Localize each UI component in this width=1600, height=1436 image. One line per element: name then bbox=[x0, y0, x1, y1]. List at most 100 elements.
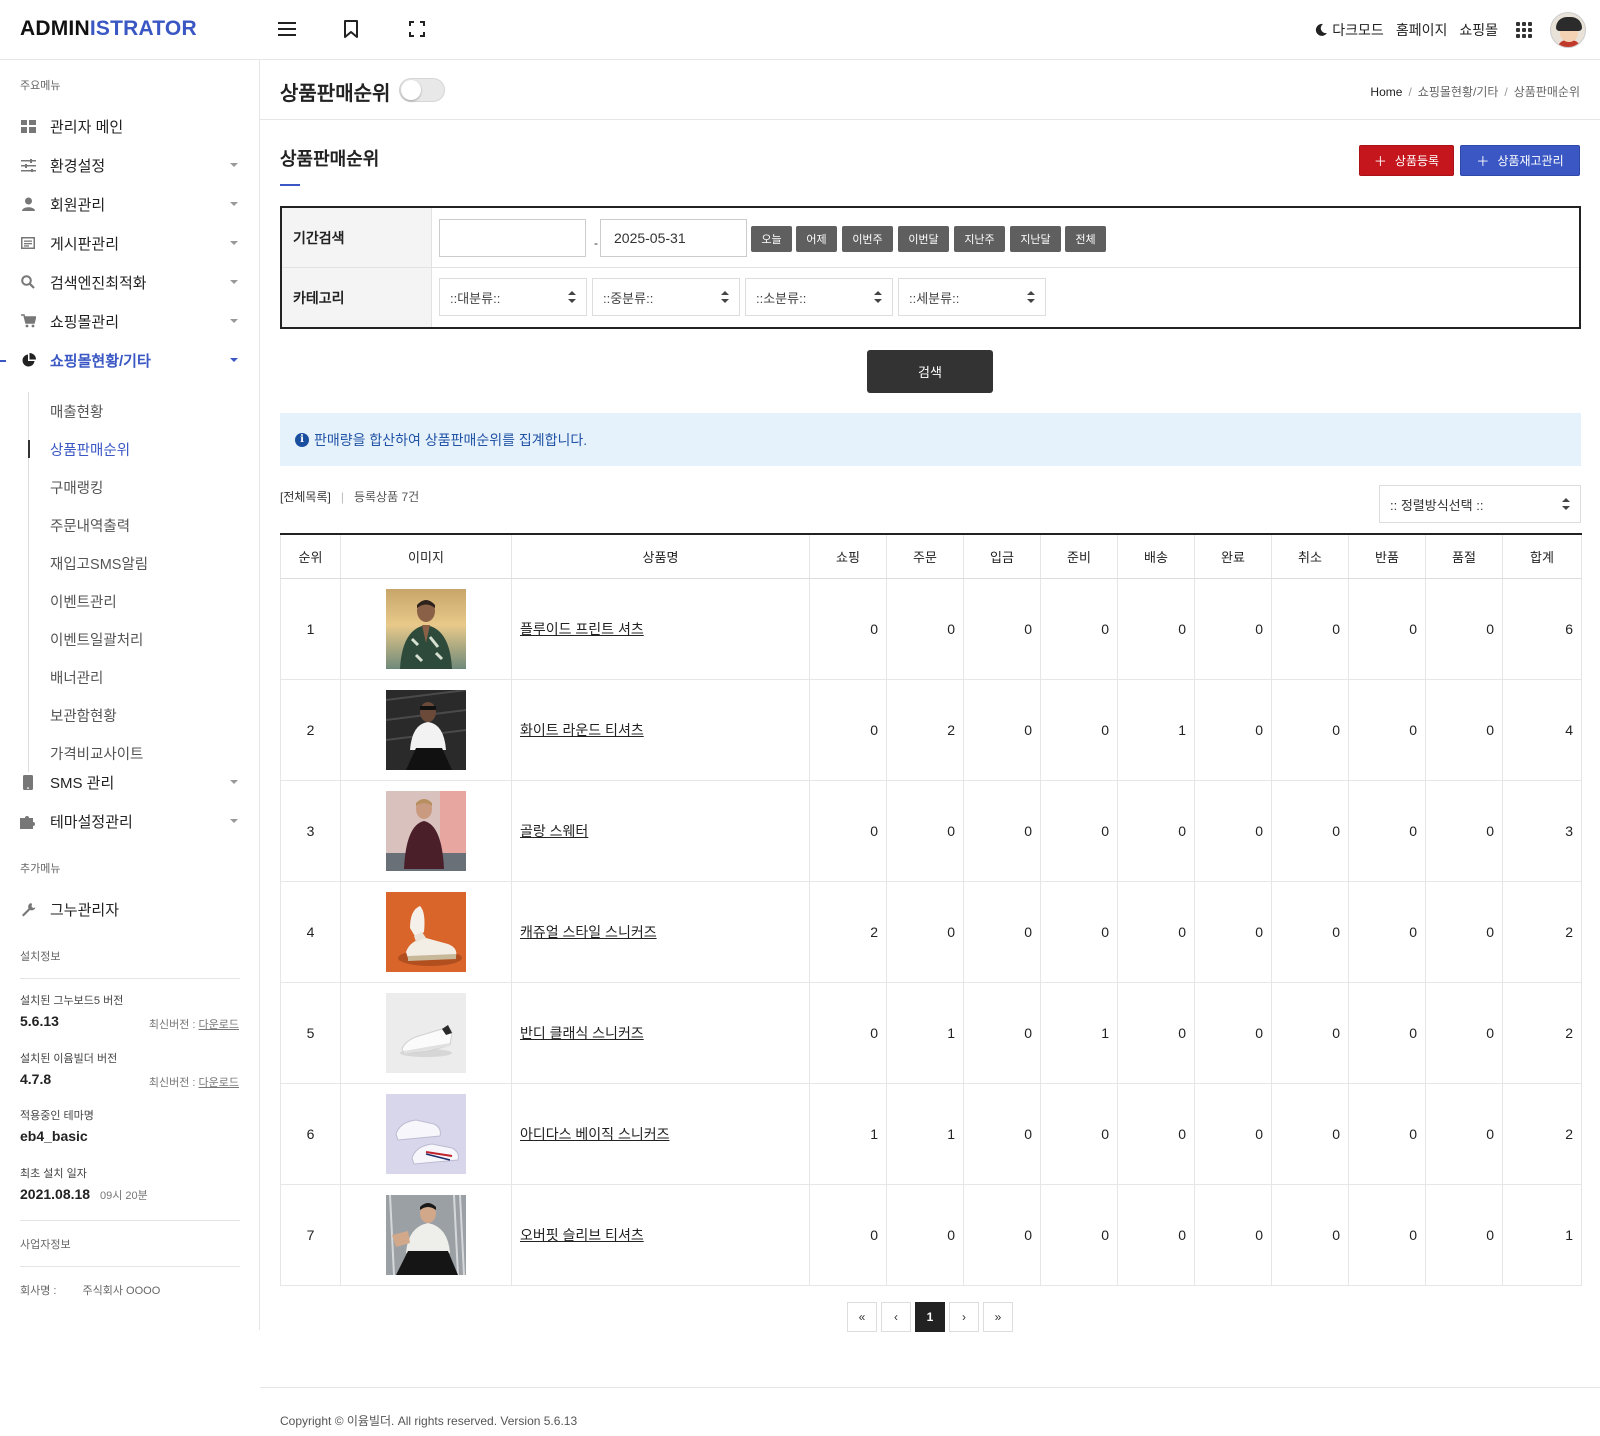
category-small-select[interactable]: ::소분류:: bbox=[745, 278, 893, 316]
sidebar-item-theme[interactable]: 테마설정관리 bbox=[20, 808, 240, 834]
quick-yesterday-button[interactable]: 어제 bbox=[796, 226, 837, 252]
rank-cell: 6 bbox=[280, 1082, 341, 1185]
quick-this-week-button[interactable]: 이번주 bbox=[842, 226, 893, 252]
business-info-label: 사업자정보 bbox=[20, 1239, 71, 1251]
submenu-product-ranking[interactable]: 상품판매순위 bbox=[28, 430, 228, 468]
product-name-link[interactable]: 오버핏 슬리브 티셔츠 bbox=[520, 1227, 644, 1243]
install-info-label: 설치정보 bbox=[20, 951, 61, 963]
sidebar-item-sms[interactable]: SMS 관리 bbox=[20, 769, 240, 795]
product-thumbnail[interactable] bbox=[386, 992, 466, 1073]
page-last-button[interactable]: » bbox=[983, 1302, 1013, 1332]
quick-all-button[interactable]: 전체 bbox=[1065, 226, 1106, 252]
count-cell: 1 bbox=[1040, 981, 1118, 1084]
ranking-table: 순위 이미지 상품명 쇼핑 주문 입금 준비 배송 완료 취소 반품 품절 합계… bbox=[280, 533, 1582, 1286]
board-icon bbox=[20, 235, 36, 251]
user-avatar[interactable] bbox=[1550, 12, 1586, 48]
date-to-input[interactable]: 2025-05-31 bbox=[600, 219, 747, 257]
product-thumbnail[interactable] bbox=[386, 1194, 466, 1275]
first-install-date: 2021.08.18 09시 20분 bbox=[20, 1186, 148, 1203]
sidebar-item-label: 쇼핑몰현황/기타 bbox=[50, 352, 151, 370]
count-cell: 0 bbox=[886, 880, 964, 983]
homepage-link[interactable]: 홈페이지 bbox=[1396, 20, 1448, 40]
sidebar-item-board[interactable]: 게시판관리 bbox=[20, 230, 240, 256]
submenu-sales-status[interactable]: 매출현황 bbox=[29, 392, 228, 430]
admin-logo[interactable]: ADMINISTRATOR bbox=[20, 17, 197, 41]
page-toggle-switch[interactable] bbox=[399, 78, 445, 102]
eyoom-version-value: 4.7.8 bbox=[20, 1071, 52, 1087]
submenu-wishlist-status[interactable]: 보관함현황 bbox=[29, 696, 228, 734]
product-name-link[interactable]: 아디다스 베이직 스니커즈 bbox=[520, 1126, 669, 1142]
search-icon bbox=[20, 274, 36, 290]
quick-last-week-button[interactable]: 지난주 bbox=[954, 226, 1005, 252]
product-name-cell: 골랑 스웨터 bbox=[511, 779, 810, 882]
product-name-link[interactable]: 골랑 스웨터 bbox=[520, 823, 588, 839]
date-from-input[interactable] bbox=[439, 219, 586, 257]
product-name-cell: 반디 클래식 스니커즈 bbox=[511, 981, 810, 1084]
extra-menu-label: 추가메뉴 bbox=[20, 863, 61, 875]
user-icon bbox=[20, 196, 36, 212]
count-cell: 0 bbox=[1040, 779, 1118, 882]
submenu-banner-manage[interactable]: 배너관리 bbox=[29, 658, 228, 696]
logo-text-istrator: ISTRATOR bbox=[89, 17, 197, 40]
sidebar-item-seo[interactable]: 검색엔진최적화 bbox=[20, 269, 240, 295]
product-thumbnail[interactable] bbox=[386, 891, 466, 972]
image-cell bbox=[340, 981, 512, 1084]
image-cell bbox=[340, 1082, 512, 1185]
stock-manage-button[interactable]: ＋ 상품재고관리 bbox=[1460, 145, 1580, 176]
sidebar-item-settings[interactable]: 환경설정 bbox=[20, 152, 240, 178]
page-first-button[interactable]: « bbox=[847, 1302, 877, 1332]
apps-grid-icon[interactable] bbox=[1516, 22, 1532, 38]
image-cell bbox=[340, 880, 512, 983]
submenu-order-print[interactable]: 주문내역출력 bbox=[29, 506, 228, 544]
product-thumbnail[interactable] bbox=[386, 1093, 466, 1174]
page-title: 상품판매순위 bbox=[280, 83, 391, 105]
sort-select[interactable]: :: 정렬방식선택 :: bbox=[1379, 485, 1581, 523]
sidebar-item-shop-stats[interactable]: 쇼핑몰현황/기타 bbox=[20, 347, 240, 373]
theme-name-label: 적용중인 테마명 bbox=[20, 1110, 94, 1122]
product-name-link[interactable]: 캐쥬얼 스타일 스니커즈 bbox=[520, 924, 657, 940]
search-button[interactable]: 검색 bbox=[867, 350, 993, 393]
category-medium-select[interactable]: ::중분류:: bbox=[592, 278, 740, 316]
count-cell: 0 bbox=[1194, 1082, 1272, 1185]
sidebar-item-members[interactable]: 회원관리 bbox=[20, 191, 240, 217]
submenu-price-compare[interactable]: 가격비교사이트 bbox=[29, 734, 228, 772]
rank-cell: 1 bbox=[280, 577, 341, 680]
submenu-restock-sms[interactable]: 재입고SMS알림 bbox=[29, 544, 228, 582]
quick-today-button[interactable]: 오늘 bbox=[751, 226, 792, 252]
submenu-purchase-ranking[interactable]: 구매랭킹 bbox=[29, 468, 228, 506]
product-thumbnail[interactable] bbox=[386, 790, 466, 871]
product-name-link[interactable]: 플루이드 프린트 셔츠 bbox=[520, 621, 644, 637]
product-name-link[interactable]: 화이트 라운드 티셔츠 bbox=[520, 722, 644, 738]
sidebar-item-label: 환경설정 bbox=[50, 157, 106, 175]
menu-toggle-icon[interactable] bbox=[276, 18, 298, 40]
eyoom-download-link[interactable]: 다운로드 bbox=[199, 1077, 239, 1089]
count-cell: 0 bbox=[886, 577, 964, 680]
gnuboard-download-link[interactable]: 다운로드 bbox=[199, 1019, 239, 1031]
add-product-button[interactable]: ＋ 상품등록 bbox=[1359, 145, 1454, 176]
product-thumbnail[interactable] bbox=[386, 588, 466, 669]
fullscreen-icon[interactable] bbox=[406, 18, 428, 40]
active-indicator bbox=[0, 360, 6, 362]
shop-link[interactable]: 쇼핑몰 bbox=[1459, 20, 1498, 40]
page-prev-button[interactable]: ‹ bbox=[881, 1302, 911, 1332]
bookmark-icon[interactable] bbox=[340, 18, 362, 40]
product-name-link[interactable]: 반디 클래식 스니커즈 bbox=[520, 1025, 644, 1041]
quick-last-month-button[interactable]: 지난달 bbox=[1010, 226, 1061, 252]
divider bbox=[20, 1220, 240, 1221]
submenu-event-manage[interactable]: 이벤트관리 bbox=[29, 582, 228, 620]
product-thumbnail[interactable] bbox=[386, 689, 466, 770]
page-next-button[interactable]: › bbox=[949, 1302, 979, 1332]
dark-mode-toggle[interactable]: 다크모드 bbox=[1314, 20, 1384, 40]
breadcrumb-home[interactable]: Home bbox=[1370, 85, 1402, 99]
category-detail-select[interactable]: ::세분류:: bbox=[898, 278, 1046, 316]
sidebar-item-admin-main[interactable]: 관리자 메인 bbox=[20, 113, 240, 139]
quick-this-month-button[interactable]: 이번달 bbox=[898, 226, 949, 252]
count-cell: 0 bbox=[1040, 577, 1118, 680]
submenu-event-batch[interactable]: 이벤트일괄처리 bbox=[29, 620, 228, 658]
all-list-link[interactable]: [전체목록] bbox=[280, 488, 331, 505]
sidebar-item-gnu-admin[interactable]: 그누관리자 bbox=[20, 896, 240, 922]
category-large-select[interactable]: ::대분류:: bbox=[439, 278, 587, 316]
sidebar-item-shop-manage[interactable]: 쇼핑몰관리 bbox=[20, 308, 240, 334]
page-current-button[interactable]: 1 bbox=[915, 1302, 945, 1332]
breadcrumb-shop-stats[interactable]: 쇼핑몰현황/기타 bbox=[1418, 85, 1499, 99]
